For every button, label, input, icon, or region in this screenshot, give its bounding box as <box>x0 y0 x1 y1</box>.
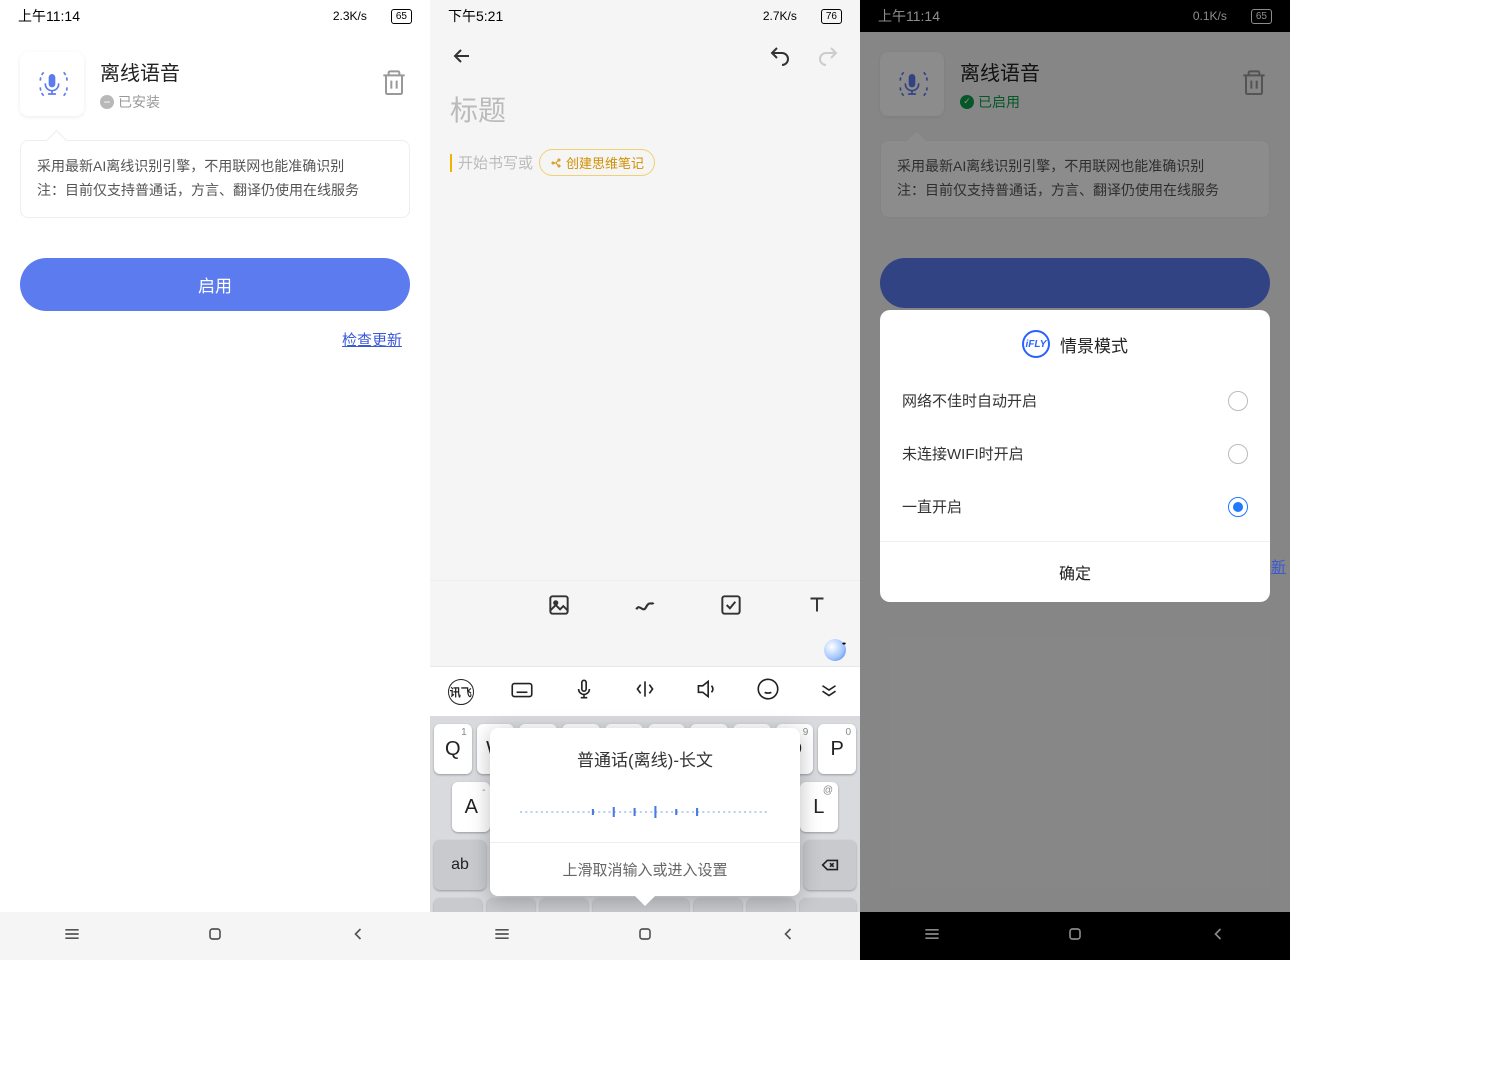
redo-button[interactable] <box>816 44 840 73</box>
check-update-link[interactable]: 检查更新 <box>0 311 430 368</box>
voice-input-popup: 普通话(离线)-长文 上滑取消输入或进入设置 <box>490 728 800 896</box>
nav-home-icon[interactable] <box>635 924 655 949</box>
radio-unchecked-icon <box>1228 444 1248 464</box>
status-time: 上午11:14 <box>18 6 80 26</box>
speaker-icon[interactable] <box>693 676 719 707</box>
nav-bar <box>860 912 1290 960</box>
nav-back-icon[interactable] <box>348 924 368 949</box>
nav-menu-icon[interactable] <box>62 924 82 949</box>
scene-mode-modal: iFLY 情景模式 网络不佳时自动开启 未连接WIFI时开启 一直开启 确定 <box>880 310 1270 602</box>
nav-menu-icon[interactable] <box>492 924 512 949</box>
update-peek: 新 <box>1271 556 1290 577</box>
ifly-icon[interactable]: 讯飞 <box>448 679 474 705</box>
voice-tool-icon[interactable] <box>460 592 486 623</box>
phone-3: 上午11:14 0.1K/s 65 离线语音 已启用 <box>860 0 1290 960</box>
delete-button[interactable] <box>378 66 410 103</box>
undo-button[interactable] <box>768 44 792 73</box>
key-A[interactable]: A- <box>452 782 490 832</box>
option-always-on[interactable]: 一直开启 <box>880 480 1270 533</box>
emoji-face-icon[interactable] <box>755 676 781 707</box>
voice-icon <box>20 52 84 116</box>
nav-back-icon[interactable] <box>778 924 798 949</box>
ifly-logo-icon: iFLY <box>1022 330 1050 358</box>
create-mindnote-chip[interactable]: 创建思维笔记 <box>539 149 655 176</box>
confirm-button[interactable]: 确定 <box>880 541 1270 602</box>
phone-1: 上午11:14 2.3K/s 65 <box>0 0 430 960</box>
battery-icon: 76 <box>821 9 842 24</box>
voice-mode-label: 普通话(离线)-长文 <box>490 728 800 781</box>
battery-icon: 65 <box>391 9 412 24</box>
checkbox-tool-icon[interactable] <box>718 592 744 623</box>
key-ab[interactable]: ab <box>434 840 486 890</box>
option-on-no-wifi[interactable]: 未连接WIFI时开启 <box>880 427 1270 480</box>
title-input[interactable]: 标题 <box>430 85 860 129</box>
nav-home-icon[interactable] <box>205 924 225 949</box>
ime-toolbar: 讯飞 <box>430 666 860 716</box>
ime-suggestion-bar <box>430 634 860 666</box>
radio-unchecked-icon <box>1228 391 1248 411</box>
feature-title: 离线语音 <box>100 57 362 86</box>
nav-home-icon[interactable] <box>1065 924 1085 949</box>
text-tool-icon[interactable] <box>804 592 830 623</box>
nav-back-icon[interactable] <box>1208 924 1228 949</box>
draw-tool-icon[interactable] <box>632 592 658 623</box>
feature-status: 已安装 <box>100 92 362 112</box>
keyboard-icon[interactable] <box>509 676 535 707</box>
nav-bar <box>430 912 860 960</box>
key-backspace[interactable] <box>804 840 856 890</box>
collapse-icon[interactable] <box>816 676 842 707</box>
status-bar: 上午11:14 2.3K/s 65 <box>0 0 430 32</box>
option-auto-on-bad-network[interactable]: 网络不佳时自动开启 <box>880 374 1270 427</box>
nav-bar <box>0 912 430 960</box>
status-bar: 下午5:21 2.7K/s 76 <box>430 0 860 32</box>
status-time: 下午5:21 <box>448 6 503 26</box>
body-input[interactable]: 开始书写或 创建思维笔记 <box>430 129 860 196</box>
text-cursor <box>450 154 452 172</box>
status-right: 2.3K/s 65 <box>333 9 412 24</box>
voice-hint: 上滑取消输入或进入设置 <box>490 842 800 896</box>
status-installed-icon <box>100 95 114 109</box>
nav-menu-icon[interactable] <box>922 924 942 949</box>
info-bubble: 采用最新AI离线识别引擎，不用联网也能准确识别 注：目前仅支持普通话，方言、翻译… <box>20 140 410 218</box>
editor-toolbar <box>430 580 860 634</box>
image-tool-icon[interactable] <box>546 592 572 623</box>
cursor-move-icon[interactable] <box>632 676 658 707</box>
editor-header <box>430 32 860 85</box>
key-L[interactable]: L@ <box>800 782 838 832</box>
key-Q[interactable]: Q1 <box>434 724 472 774</box>
modal-title: iFLY 情景模式 <box>880 310 1270 374</box>
phone-2: 下午5:21 2.7K/s 76 标题 开始书写或 创建思维笔记 <box>430 0 860 960</box>
key-P[interactable]: P0 <box>818 724 856 774</box>
back-button[interactable] <box>450 44 474 73</box>
enable-button[interactable]: 启用 <box>20 258 410 311</box>
feature-card: 离线语音 已安装 <box>0 32 430 128</box>
emoji-icon[interactable] <box>824 639 846 661</box>
voice-waveform <box>490 781 800 842</box>
radio-checked-icon <box>1228 497 1248 517</box>
mic-icon[interactable] <box>571 676 597 707</box>
